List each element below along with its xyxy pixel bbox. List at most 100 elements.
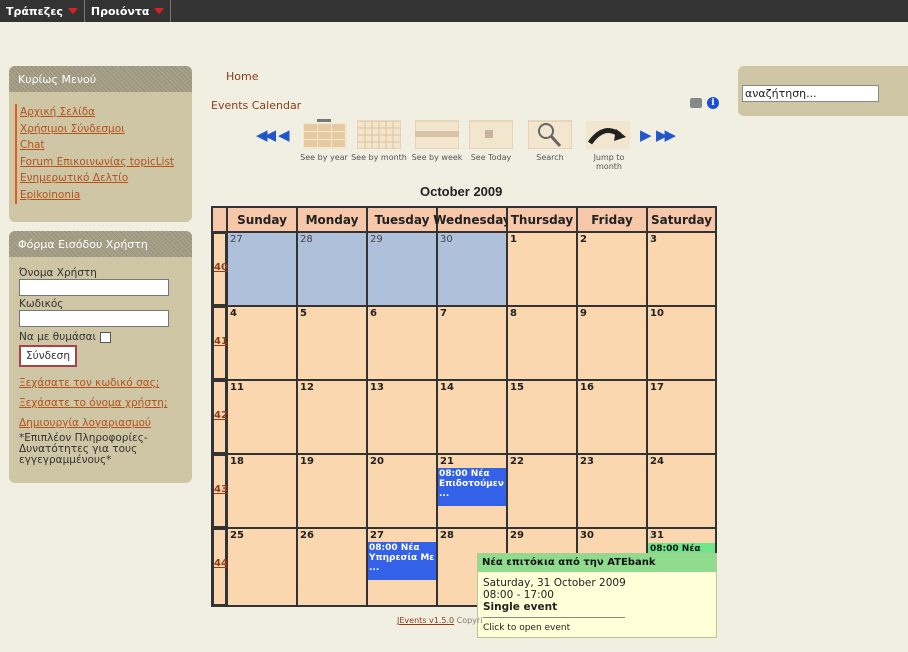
remember-checkbox[interactable] xyxy=(100,331,112,343)
login-title: Φόρμα Εισόδου Χρήστη xyxy=(9,231,192,257)
day-header-friday: Friday xyxy=(578,208,646,231)
day-number: 31 xyxy=(650,530,664,541)
day-cell[interactable]: 10 xyxy=(648,307,715,379)
day-cell[interactable]: 2 xyxy=(578,233,646,305)
create-account-link[interactable]: Δημιουργία λογαριασμού xyxy=(19,413,192,433)
day-number: 30 xyxy=(440,234,453,245)
day-cell[interactable]: 12 xyxy=(298,381,366,453)
menu-item-newsletter[interactable]: Ενημερωτικό Δελτίο xyxy=(15,170,192,187)
year-view-icon[interactable] xyxy=(303,119,347,149)
day-cell[interactable]: 16 xyxy=(578,381,646,453)
week-link-44[interactable]: 44 xyxy=(213,529,228,605)
month-view-icon[interactable] xyxy=(357,119,401,149)
tooltip-action: Click to open event xyxy=(483,623,571,633)
day-cell[interactable]: 23 xyxy=(578,455,646,527)
week-link-42[interactable]: 42 xyxy=(213,381,228,453)
topmenu-products[interactable]: Προιόντα xyxy=(85,0,172,22)
forgot-username-link[interactable]: Ξεχάσατε το όνομα χρήστη; xyxy=(19,393,192,413)
day-cell[interactable]: 26 xyxy=(298,529,366,605)
day-number: 4 xyxy=(230,308,237,319)
week-link-43[interactable]: 43 xyxy=(213,455,228,527)
menu-item-forum[interactable]: Forum Επικοινωνίας topicList xyxy=(15,153,192,171)
print-icon[interactable] xyxy=(690,98,702,108)
day-header-tuesday: Tuesday xyxy=(368,208,436,231)
see-by-year-label[interactable]: See by year xyxy=(294,153,354,162)
username-label: Όνομα Χρήστη xyxy=(19,267,97,279)
jevents-link[interactable]: JEvents v1.5.0 xyxy=(397,616,454,625)
members-note: *Επιπλέον Πληροφορίες-Δυνατότητες για το… xyxy=(19,432,148,466)
day-number: 13 xyxy=(370,382,384,393)
day-cell[interactable]: 6 xyxy=(368,307,436,379)
login-button[interactable]: Σύνδεση xyxy=(19,345,77,367)
topmenu-banks[interactable]: Τράπεζες xyxy=(0,0,85,22)
calendar-grid: Sunday Monday Tuesday Wednesday Thursday… xyxy=(211,206,717,607)
menu-item-home[interactable]: Αρχική Σελίδα xyxy=(15,104,192,121)
week-view-icon[interactable] xyxy=(415,119,459,149)
day-number: 8 xyxy=(510,308,517,319)
chevron-down-icon xyxy=(67,8,78,14)
day-header-monday: Monday xyxy=(298,208,366,231)
day-cell[interactable]: 11 xyxy=(228,381,296,453)
main-menu-panel: Κυρίως Μενού Αρχική Σελίδα Χρήσιμοι Σύνδ… xyxy=(9,66,192,222)
see-by-month-label[interactable]: See by month xyxy=(349,153,409,162)
day-cell[interactable]: 5 xyxy=(298,307,366,379)
day-cell[interactable]: 8 xyxy=(508,307,576,379)
day-cell[interactable]: 22 xyxy=(508,455,576,527)
search-icon[interactable] xyxy=(528,119,572,149)
event-27[interactable]: 08:00 Νέα Υπηρεσία Με ... xyxy=(368,542,436,580)
day-cell[interactable]: 17 xyxy=(648,381,715,453)
week-link-41[interactable]: 41 xyxy=(213,307,228,379)
next-month-icon[interactable]: ▶ xyxy=(640,126,651,144)
day-cell[interactable]: 18 xyxy=(228,455,296,527)
menu-item-contact[interactable]: Epikoinonia xyxy=(15,186,192,204)
day-cell[interactable]: 27 xyxy=(228,233,296,305)
day-cell[interactable]: 25 xyxy=(228,529,296,605)
day-cell[interactable]: 3 xyxy=(648,233,715,305)
search-input[interactable]: αναζήτηση... xyxy=(742,85,879,102)
prev-month-icon[interactable]: ◀ xyxy=(278,126,289,144)
week-link-40[interactable]: 40 xyxy=(213,233,228,305)
day-cell[interactable]: 27 08:00 Νέα Υπηρεσία Με ... xyxy=(368,529,436,605)
day-cell[interactable]: 4 xyxy=(228,307,296,379)
tooltip-divider xyxy=(483,617,625,618)
day-cell[interactable]: 21 08:00 Νέα Επιδοτούμεν ... xyxy=(438,455,506,527)
day-cell[interactable]: 28 xyxy=(298,233,366,305)
see-by-week-label[interactable]: See by week xyxy=(407,153,467,162)
jump-to-month-label[interactable]: Jump to month xyxy=(587,153,631,171)
day-cell[interactable]: 7 xyxy=(438,307,506,379)
chevron-down-icon xyxy=(154,8,165,14)
day-cell[interactable]: 29 xyxy=(368,233,436,305)
day-cell[interactable]: 19 xyxy=(298,455,366,527)
day-number: 3 xyxy=(650,234,657,245)
event-tooltip[interactable]: Νέα επιτόκια από την ATEbank Saturday, 3… xyxy=(477,553,717,638)
day-cell[interactable]: 15 xyxy=(508,381,576,453)
day-cell[interactable]: 9 xyxy=(578,307,646,379)
username-field[interactable] xyxy=(19,279,169,296)
day-header-thursday: Thursday xyxy=(508,208,576,231)
see-today-label[interactable]: See Today xyxy=(461,153,521,162)
day-number: 20 xyxy=(370,456,384,467)
password-field[interactable] xyxy=(19,310,169,327)
menu-item-chat[interactable]: Chat xyxy=(15,137,192,154)
breadcrumb-home[interactable]: Home xyxy=(226,70,258,83)
forgot-password-link[interactable]: Ξεχάσατε τον κωδικό σας; xyxy=(19,373,192,393)
day-number: 17 xyxy=(650,382,664,393)
day-cell[interactable]: 20 xyxy=(368,455,436,527)
day-cell[interactable]: 14 xyxy=(438,381,506,453)
next-year-icon[interactable]: ▶▶ xyxy=(656,126,676,144)
day-cell[interactable]: 1 xyxy=(508,233,576,305)
day-cell[interactable]: 24 xyxy=(648,455,715,527)
password-label: Κωδικός xyxy=(19,298,64,310)
search-label[interactable]: Search xyxy=(520,153,580,162)
week-number: 42 xyxy=(214,410,228,421)
day-cell[interactable]: 13 xyxy=(368,381,436,453)
day-number: 25 xyxy=(230,530,244,541)
event-21[interactable]: 08:00 Νέα Επιδοτούμεν ... xyxy=(438,468,506,506)
week-number: 43 xyxy=(214,484,228,495)
prev-year-icon[interactable]: ◀◀ xyxy=(256,126,276,144)
info-icon[interactable]: i xyxy=(707,97,719,109)
menu-item-links[interactable]: Χρήσιμοι Σύνδεσμοι xyxy=(15,120,192,138)
today-view-icon[interactable] xyxy=(469,119,513,149)
day-cell[interactable]: 30 xyxy=(438,233,506,305)
jump-to-month-icon[interactable] xyxy=(586,119,630,149)
